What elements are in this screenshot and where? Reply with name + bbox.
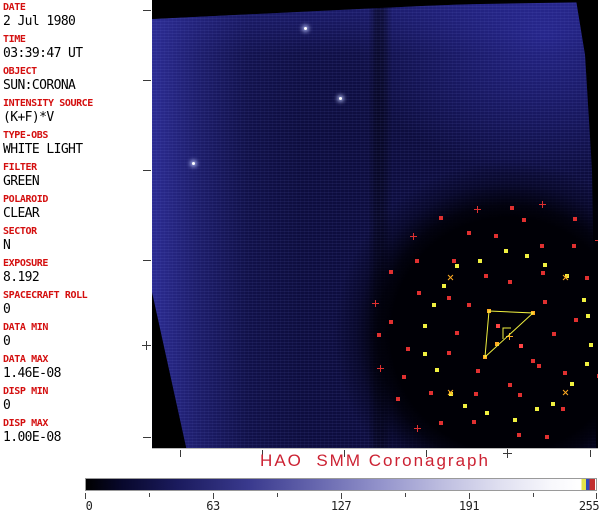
metadata-field: SPACECRAFT ROLL 0 [0, 290, 152, 322]
field-value: 1.00E-08 [3, 430, 61, 445]
edge-mark-left [143, 10, 151, 11]
overlay-polygon-outline [484, 310, 535, 359]
field-value: 0 [3, 334, 11, 349]
field-value: 1.46E-08 [3, 366, 61, 381]
field-label: POLAROID [3, 194, 48, 205]
colorbar-tick-label: 255 [578, 499, 600, 513]
field-value: CLEAR [3, 206, 40, 221]
field-value: N [3, 238, 11, 253]
field-label: TIME [3, 34, 26, 45]
metadata-field: OBJECT SUN:CORONA [0, 66, 152, 98]
field-label: EXPOSURE [3, 258, 48, 269]
field-label: DATE [3, 2, 26, 13]
colorbar-minor-tick [533, 493, 534, 497]
edge-mark-left [143, 80, 151, 81]
colorbar-tick-label: 0 [85, 499, 93, 513]
metadata-field: INTENSITY SOURCE (K+F)*V [0, 98, 152, 130]
colorbar-tick-label: 127 [330, 499, 352, 513]
edge-mark-left [142, 341, 151, 350]
field-label: DISP MIN [3, 386, 48, 397]
field-label: INTENSITY SOURCE [3, 98, 93, 109]
field-value: 0 [3, 302, 11, 317]
image-title: HAO SMM Coronagraph [260, 451, 490, 470]
app-window: { "theme": { "label_red": "#d40f0f", "ti… [0, 0, 600, 513]
field-value: 8.192 [3, 270, 40, 285]
field-label: SPACECRAFT ROLL [3, 290, 88, 301]
metadata-field: POLAROID CLEAR [0, 194, 152, 226]
colorbar-tick-label: 191 [458, 499, 480, 513]
metadata-field: DATA MIN 0 [0, 322, 152, 354]
metadata-panel: DATE 2 Jul 1980 TIME 03:39:47 UT OBJECT SUN:C… [0, 0, 152, 448]
field-label: DATA MAX [3, 354, 48, 365]
field-label: TYPE-OBS [3, 130, 48, 141]
colorbar-minor-tick [405, 493, 406, 497]
metadata-field: FILTER GREEN [0, 162, 152, 194]
field-value: 03:39:47 UT [3, 46, 83, 61]
field-value: SUN:CORONA [3, 78, 76, 93]
metadata-field: SECTOR N [0, 226, 152, 258]
field-label: FILTER [3, 162, 37, 173]
field-label: SECTOR [3, 226, 37, 237]
metadata-field: DISP MIN 0 [0, 386, 152, 418]
metadata-field: EXPOSURE 8.192 [0, 258, 152, 290]
field-label: OBJECT [3, 66, 37, 77]
colorbar-minor-tick [277, 493, 278, 497]
metadata-field: DATA MAX 1.46E-08 [0, 354, 152, 386]
field-value: 0 [3, 398, 11, 413]
metadata-field: TIME 03:39:47 UT [0, 34, 152, 66]
field-label: DATA MIN [3, 322, 48, 333]
colorbar-minor-tick [149, 493, 150, 497]
intensity-colorbar [85, 478, 597, 491]
metadata-field: TYPE-OBS WHITE LIGHT [0, 130, 152, 162]
edge-mark-left [143, 260, 151, 261]
metadata-field: DISP MAX 1.00E-08 [0, 418, 152, 450]
field-value: GREEN [3, 174, 40, 189]
colorbar-tick-label: 63 [206, 499, 220, 513]
metadata-field: DATE 2 Jul 1980 [0, 2, 152, 34]
coronagraph-image [152, 0, 598, 449]
polygon-overlay [484, 310, 535, 359]
field-label: DISP MAX [3, 418, 48, 429]
edge-mark-left [143, 170, 151, 171]
field-value: 2 Jul 1980 [3, 14, 76, 29]
field-value: (K+F)*V [3, 110, 54, 125]
field-value: WHITE LIGHT [3, 142, 83, 157]
edge-mark-left [143, 437, 151, 438]
